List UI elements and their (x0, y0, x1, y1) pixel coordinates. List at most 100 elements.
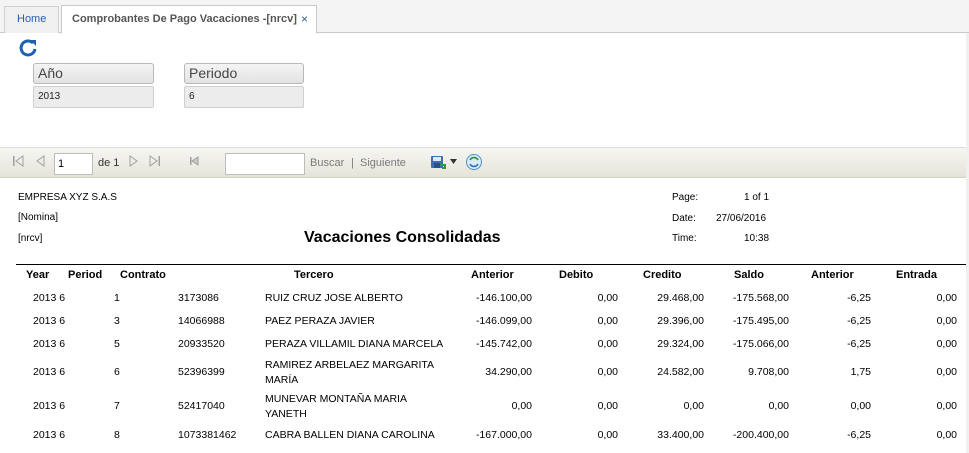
periodo-label: Periodo (184, 63, 304, 84)
cell-saldo: 9.708,00 (748, 366, 789, 378)
search-input[interactable] (225, 153, 305, 175)
cell-debito: 0,00 (597, 292, 618, 304)
cell-saldo: -200.400,00 (732, 429, 789, 441)
cell-year-period: 2013 6 (33, 366, 66, 378)
cell-tercero-line-2: YANETH (265, 408, 307, 420)
search-separator: | (351, 157, 354, 169)
col-debito: Debito (559, 269, 594, 281)
col-entrada: Entrada (896, 269, 937, 281)
cell-debito: 0,00 (597, 429, 618, 441)
cell-id: 1073381462 (178, 429, 237, 441)
cell-tercero: MUNEVAR MONTAÑA MARIA (265, 393, 407, 405)
cell-entrada: 0,00 (936, 400, 957, 412)
find-next-button[interactable]: Siguiente (360, 157, 406, 169)
cell-id: 52417040 (178, 400, 225, 412)
cell-contrato: 7 (114, 400, 120, 412)
cell-contrato: 3 (114, 315, 120, 327)
cell-anterior-2: -6,25 (847, 429, 871, 441)
cell-year-period: 2013 6 (33, 292, 66, 304)
anio-label: Año (33, 63, 154, 84)
cell-id: 3173086 (178, 292, 219, 304)
tab-comprobantes-vacaciones[interactable]: Comprobantes De Pago Vacaciones -[nrcv] … (61, 5, 317, 34)
back-to-parent-icon[interactable] (188, 154, 200, 168)
report-title: Vacaciones Consolidadas (304, 229, 501, 246)
cell-tercero: PERAZA VILLAMIL DIANA MARCELA (265, 338, 444, 350)
anio-field[interactable]: 2013 (33, 86, 154, 108)
page-label: Page: (672, 192, 699, 203)
refresh-icon[interactable] (18, 38, 38, 58)
col-period: Period (68, 269, 103, 281)
cell-anterior-2: -6,25 (847, 292, 871, 304)
cell-entrada: 0,00 (936, 292, 957, 304)
company-name: EMPRESA XYZ S.A.S (18, 192, 117, 203)
cell-saldo: -175.495,00 (732, 315, 789, 327)
cell-debito: 0,00 (597, 366, 618, 378)
cell-credito: 33.400,00 (657, 429, 704, 441)
cell-id: 14066988 (178, 315, 225, 327)
cell-credito: 29.396,00 (657, 315, 704, 327)
cell-year-period: 2013 6 (33, 338, 66, 350)
cell-entrada: 0,00 (936, 338, 957, 350)
find-button[interactable]: Buscar (310, 157, 344, 169)
cell-saldo: -175.066,00 (732, 338, 789, 350)
cell-id: 52396399 (178, 366, 225, 378)
cell-year-period: 2013 6 (33, 315, 66, 327)
col-tercero: Tercero (294, 269, 334, 281)
cell-entrada: 0,00 (936, 315, 957, 327)
cell-saldo: -175.568,00 (732, 292, 789, 304)
col-credito: Credito (643, 269, 682, 281)
tab-bar: Home Comprobantes De Pago Vacaciones -[n… (0, 0, 969, 34)
cell-year-period: 2013 6 (33, 429, 66, 441)
page-count-text: de 1 (98, 157, 120, 169)
report-toolbar: de 1 Buscar | Siguiente (0, 147, 969, 178)
next-page-icon[interactable] (128, 154, 140, 168)
report-subtitle-nomina: [Nomina] (18, 212, 59, 223)
date-label: Date: (672, 213, 696, 224)
cell-credito: 29.324,00 (657, 338, 704, 350)
cell-tercero: RUIZ CRUZ JOSE ALBERTO (265, 292, 403, 304)
header-divider (16, 264, 969, 265)
cell-tercero-line-2: MARÍA (265, 374, 299, 386)
cell-credito: 29.468,00 (657, 292, 704, 304)
page-value: 1 of 1 (744, 192, 770, 203)
cell-debito: 0,00 (597, 315, 618, 327)
cell-credito: 0,00 (683, 400, 704, 412)
first-page-icon[interactable] (12, 154, 24, 168)
periodo-field[interactable]: 6 (184, 86, 304, 108)
cell-anterior-2: -6,25 (847, 315, 871, 327)
cell-entrada: 0,00 (936, 366, 957, 378)
cell-anterior-2: 0,00 (850, 400, 871, 412)
time-value: 10:38 (744, 233, 770, 244)
col-saldo: Saldo (734, 269, 764, 281)
cell-tercero: PAEZ PERAZA JAVIER (265, 315, 375, 327)
cell-id: 20933520 (178, 338, 225, 350)
close-icon[interactable]: × (301, 6, 308, 32)
cell-saldo: 0,00 (768, 400, 789, 412)
col-contrato: Contrato (120, 269, 166, 281)
last-page-icon[interactable] (149, 154, 161, 168)
chevron-down-icon[interactable] (450, 159, 457, 165)
cell-debito: 0,00 (597, 400, 618, 412)
cell-year-period: 2013 6 (33, 400, 66, 412)
cell-contrato: 6 (114, 366, 120, 378)
col-year: Year (26, 269, 50, 281)
previous-page-icon[interactable] (34, 154, 46, 168)
tab-label: Comprobantes De Pago Vacaciones -[nrcv] (72, 13, 297, 25)
cell-tercero: RAMIREZ ARBELAEZ MARGARITA (265, 359, 434, 371)
export-save-icon[interactable] (430, 155, 446, 171)
cell-anterior-2: 1,75 (850, 366, 871, 378)
cell-contrato: 5 (114, 338, 120, 350)
tab-home[interactable]: Home (4, 6, 60, 33)
cell-debito: 0,00 (597, 338, 618, 350)
cell-contrato: 8 (114, 429, 120, 441)
col-anterior-2: Anterior (811, 269, 854, 281)
time-label: Time: (672, 233, 697, 244)
cell-credito: 24.582,00 (657, 366, 704, 378)
cell-entrada: 0,00 (936, 429, 957, 441)
col-anterior: Anterior (471, 269, 514, 281)
page-number-input[interactable] (54, 153, 93, 175)
cell-tercero: CABRA BALLEN DIANA CAROLINA (265, 429, 435, 441)
refresh-report-icon[interactable] (465, 153, 483, 171)
date-value: 27/06/2016 (716, 213, 767, 224)
report-code: [nrcv] (18, 233, 43, 244)
